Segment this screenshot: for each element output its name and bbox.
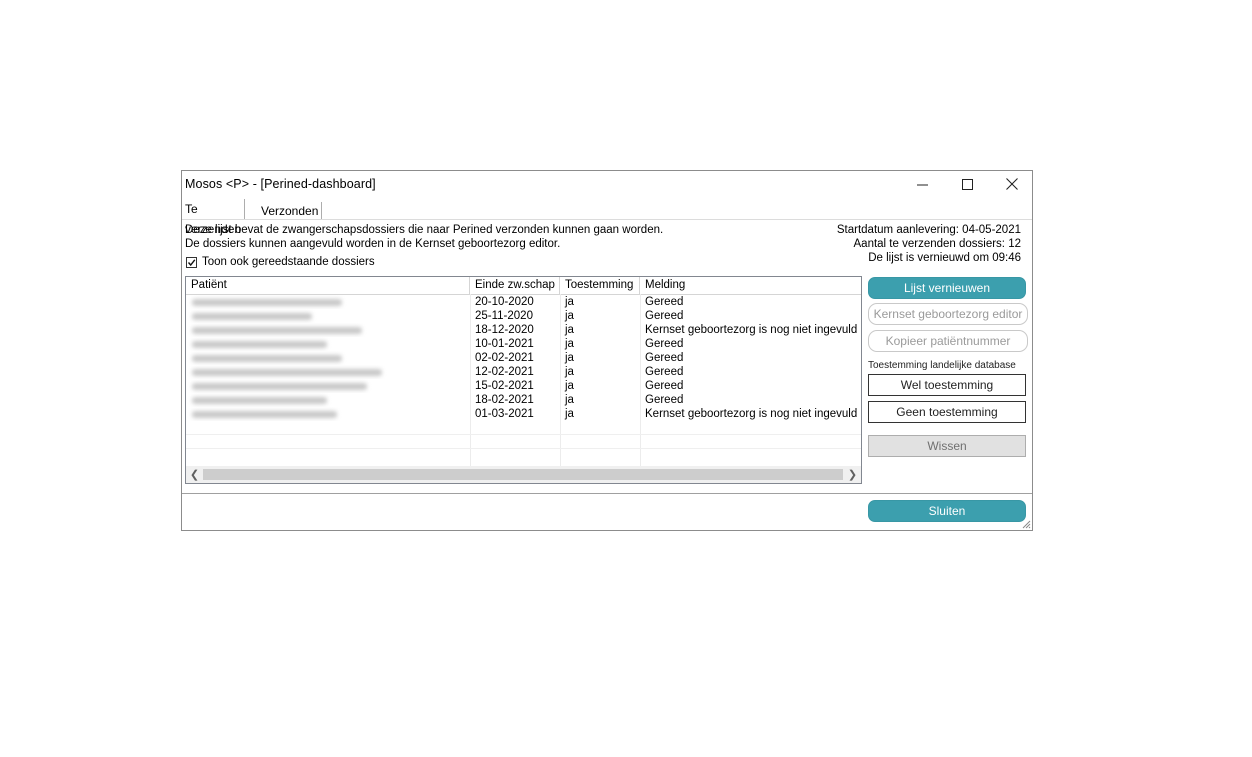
geen-toestemming-button[interactable]: Geen toestemming xyxy=(868,401,1026,423)
info-line-2: De dossiers kunnen aangevuld worden in d… xyxy=(185,238,561,250)
toestemming-cell: ja xyxy=(565,366,574,378)
einde-cell: 12-02-2021 xyxy=(475,366,534,378)
column-divider xyxy=(560,294,561,466)
melding-cell: Kernset geboortezorg is nog niet ingevul… xyxy=(645,408,858,420)
wissen-button[interactable]: Wissen xyxy=(868,435,1026,457)
einde-cell: 10-01-2021 xyxy=(475,338,534,350)
column-divider xyxy=(640,294,641,466)
toestemming-cell: ja xyxy=(565,394,574,406)
empty-row-line xyxy=(186,448,861,449)
dossier-table: Patiënt Einde zw.schap Toestemming Meldi… xyxy=(185,276,862,484)
patient-cell-redacted xyxy=(186,365,470,379)
melding-cell: Gereed xyxy=(645,380,684,392)
einde-cell: 01-03-2021 xyxy=(475,408,534,420)
redacted-patient-name xyxy=(192,313,312,320)
table-row[interactable]: 12-02-2021 ja Gereed xyxy=(186,365,861,379)
redacted-patient-name xyxy=(192,299,342,306)
lijst-vernieuwen-button[interactable]: Lijst vernieuwen xyxy=(868,277,1026,299)
maximize-button[interactable] xyxy=(944,171,990,197)
tab-divider xyxy=(182,219,1032,220)
wel-toestemming-button[interactable]: Wel toestemming xyxy=(868,374,1026,396)
scroll-left-icon[interactable]: ❮ xyxy=(186,466,203,483)
table-row[interactable]: 20-10-2020 ja Gereed xyxy=(186,295,861,309)
column-header-toestemming[interactable]: Toestemming xyxy=(560,277,640,294)
melding-cell: Gereed xyxy=(645,338,684,350)
melding-cell: Gereed xyxy=(645,352,684,364)
redacted-patient-name xyxy=(192,397,327,404)
column-header-einde[interactable]: Einde zw.schap xyxy=(470,277,560,294)
checkmark-icon xyxy=(187,259,196,267)
table-row[interactable]: 15-02-2021 ja Gereed xyxy=(186,379,861,393)
minimize-icon xyxy=(916,184,928,185)
redacted-patient-name xyxy=(192,369,382,376)
toestemming-cell: ja xyxy=(565,338,574,350)
melding-cell: Kernset geboortezorg is nog niet ingevul… xyxy=(645,324,858,336)
close-button[interactable] xyxy=(989,171,1035,197)
einde-cell: 25-11-2020 xyxy=(475,310,533,322)
close-icon xyxy=(1006,178,1018,190)
aantal-dossiers-label: Aantal te verzenden dossiers: 12 xyxy=(853,238,1022,250)
patient-cell-redacted xyxy=(186,309,470,323)
toestemming-cell: ja xyxy=(565,296,574,308)
patient-cell-redacted xyxy=(186,323,470,337)
table-row[interactable]: 18-02-2021 ja Gereed xyxy=(186,393,861,407)
vernieuwd-label: De lijst is vernieuwd om 09:46 xyxy=(868,252,1021,264)
maximize-icon xyxy=(961,178,973,190)
title-bar: Mosos <P> - [Perined-dashboard] xyxy=(182,171,1032,197)
kernset-editor-button[interactable]: Kernset geboortezorg editor xyxy=(868,303,1028,325)
redacted-patient-name xyxy=(192,327,362,334)
patient-cell-redacted xyxy=(186,295,470,309)
perined-dashboard-window: Mosos <P> - [Perined-dashboard] Te verze… xyxy=(181,170,1033,531)
redacted-patient-name xyxy=(192,355,342,362)
table-row[interactable]: 10-01-2021 ja Gereed xyxy=(186,337,861,351)
sluiten-button[interactable]: Sluiten xyxy=(868,500,1026,522)
toestemming-section-label: Toestemming landelijke database xyxy=(868,360,1016,371)
table-row[interactable]: 01-03-2021 ja Kernset geboortezorg is nog … xyxy=(186,407,861,421)
redacted-patient-name xyxy=(192,411,337,418)
einde-cell: 18-12-2020 xyxy=(475,324,534,336)
toestemming-cell: ja xyxy=(565,310,574,322)
melding-cell: Gereed xyxy=(645,296,684,308)
toestemming-cell: ja xyxy=(565,352,574,364)
einde-cell: 02-02-2021 xyxy=(475,352,534,364)
info-line-1: Deze lijst bevat de zwangerschapsdossier… xyxy=(185,224,664,236)
toon-gereed-checkbox[interactable] xyxy=(186,257,197,268)
resize-grip-icon[interactable] xyxy=(1021,519,1031,529)
column-header-melding[interactable]: Melding xyxy=(640,277,861,294)
einde-cell: 18-02-2021 xyxy=(475,394,534,406)
footer-divider xyxy=(182,493,1032,494)
patient-cell-redacted xyxy=(186,351,470,365)
redacted-patient-name xyxy=(192,383,367,390)
column-header-patient[interactable]: Patiënt xyxy=(186,277,470,294)
empty-row-line xyxy=(186,434,861,435)
scroll-right-icon[interactable]: ❯ xyxy=(844,466,861,483)
kopieer-patientnummer-button[interactable]: Kopieer patiëntnummer xyxy=(868,330,1028,352)
toestemming-cell: ja xyxy=(565,408,574,420)
tab-verzonden[interactable]: Verzonden xyxy=(258,202,323,220)
melding-cell: Gereed xyxy=(645,310,684,322)
patient-cell-redacted xyxy=(186,337,470,351)
scrollbar-thumb[interactable] xyxy=(203,469,843,480)
redacted-patient-name xyxy=(192,341,327,348)
minimize-button[interactable] xyxy=(899,171,945,197)
horizontal-scrollbar[interactable]: ❮ ❯ xyxy=(186,466,861,483)
patient-cell-redacted xyxy=(186,407,470,421)
melding-cell: Gereed xyxy=(645,394,684,406)
melding-cell: Gereed xyxy=(645,366,684,378)
column-divider xyxy=(470,294,471,466)
einde-cell: 15-02-2021 xyxy=(475,380,534,392)
patient-cell-redacted xyxy=(186,379,470,393)
startdatum-label: Startdatum aanlevering: 04-05-2021 xyxy=(836,224,1021,236)
einde-cell: 20-10-2020 xyxy=(475,296,534,308)
table-row[interactable]: 25-11-2020 ja Gereed xyxy=(186,309,861,323)
tab-te-verzenden[interactable]: Te verzenden xyxy=(182,199,246,236)
toestemming-cell: ja xyxy=(565,380,574,392)
toestemming-cell: ja xyxy=(565,324,574,336)
patient-cell-redacted xyxy=(186,393,470,407)
toon-gereed-label: Toon ook gereedstaande dossiers xyxy=(202,256,375,268)
table-row[interactable]: 02-02-2021 ja Gereed xyxy=(186,351,861,365)
window-title: Mosos <P> - [Perined-dashboard] xyxy=(185,177,376,191)
table-row[interactable]: 18-12-2020 ja Kernset geboortezorg is nog … xyxy=(186,323,861,337)
table-header: Patiënt Einde zw.schap Toestemming Meldi… xyxy=(186,277,861,295)
